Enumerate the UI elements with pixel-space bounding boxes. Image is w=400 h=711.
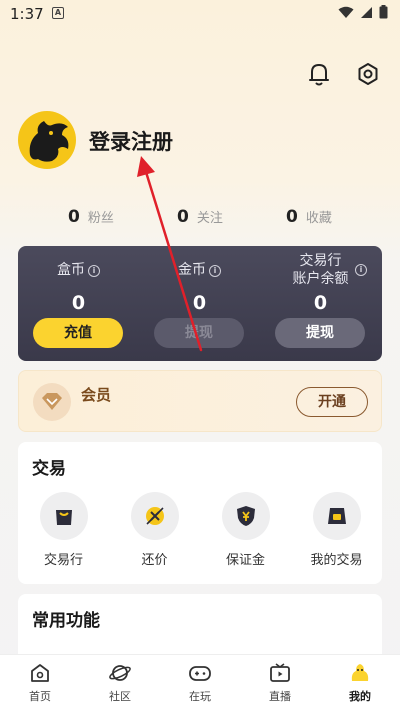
activate-membership-button[interactable]: 开通 (296, 387, 368, 417)
wifi-icon (338, 6, 354, 18)
shield-yen-icon (221, 492, 270, 540)
trade-balance-label-line2-row: 账户余额 i (260, 264, 381, 288)
avatar[interactable] (18, 111, 76, 169)
info-icon[interactable]: i (88, 265, 100, 277)
tab-playing-label: 在玩 (189, 690, 211, 703)
tab-playing[interactable]: 在玩 (160, 661, 240, 704)
tv-icon (268, 661, 292, 685)
deposit-item[interactable]: 保证金 (200, 492, 291, 568)
tab-home[interactable]: 首页 (0, 661, 80, 704)
gear-icon (358, 63, 378, 85)
trade-balance-label-row: 交易行 账户余额 i (260, 252, 381, 288)
bargain-icon (130, 492, 179, 540)
trade-market-label: 交易行 (43, 553, 83, 568)
info-icon[interactable]: i (355, 264, 367, 276)
battery-icon (379, 5, 388, 19)
mascot-icon (348, 661, 372, 685)
status-indicators (338, 5, 388, 19)
trade-balance-value: 0 (313, 292, 328, 314)
box-coin-value: 0 (71, 292, 86, 314)
info-icon[interactable]: i (209, 265, 221, 277)
gold-coin-label-row: 金币 i (139, 261, 260, 279)
settings-button[interactable] (354, 60, 382, 88)
my-trade-icon (312, 492, 361, 540)
stat-fans-count: 0 (68, 207, 80, 227)
my-trades-label: 我的交易 (310, 553, 363, 568)
trade-market-item[interactable]: 交易行 (18, 492, 109, 568)
bag-icon (39, 492, 88, 540)
trade-withdraw-button[interactable]: 提现 (275, 318, 365, 348)
stat-favorites-label: 收藏 (305, 211, 332, 226)
stat-fans[interactable]: 0 粉丝 (68, 207, 114, 227)
wallet-card: 盒币 i 0 充值 金币 i 0 提现 交易行 账户余额 i 0 提现 (18, 246, 382, 361)
trade-section-title: 交易 (32, 459, 66, 479)
tab-live-label: 直播 (269, 690, 291, 703)
my-trades-item[interactable]: 我的交易 (291, 492, 382, 568)
trade-balance-label-line2: 账户余额 (292, 271, 349, 287)
box-coin-label: 盒币 (57, 262, 85, 278)
recharge-button[interactable]: 充值 (33, 318, 123, 348)
tab-live[interactable]: 直播 (240, 661, 320, 704)
trade-balance-column: 交易行 账户余额 i 0 提现 (260, 246, 381, 361)
bargain-label: 还价 (141, 553, 168, 568)
login-register-link[interactable]: 登录注册 (89, 126, 173, 156)
stat-following-count: 0 (177, 207, 189, 227)
gamepad-icon (188, 661, 212, 685)
tab-home-label: 首页 (29, 690, 51, 703)
gold-coin-column: 金币 i 0 提现 (139, 246, 260, 361)
planet-icon (108, 661, 132, 685)
common-functions-title: 常用功能 (32, 611, 100, 631)
home-icon (28, 661, 52, 685)
stat-favorites-count: 0 (286, 207, 298, 227)
box-coin-label-row: 盒币 i (18, 261, 139, 279)
profile-stats: 0 粉丝 0 关注 0 收藏 (0, 207, 400, 231)
signal-icon (361, 6, 372, 18)
tab-community[interactable]: 社区 (80, 661, 160, 704)
gold-coin-label: 金币 (178, 262, 206, 278)
gold-withdraw-button[interactable]: 提现 (154, 318, 244, 348)
bottom-tab-bar: 首页 社区 在玩 直播 我的 (0, 654, 400, 711)
stat-following-label: 关注 (196, 211, 223, 226)
stat-fans-label: 粉丝 (87, 211, 114, 226)
gold-coin-value: 0 (192, 292, 207, 314)
dragon-avatar-icon (29, 121, 69, 162)
trade-section: 交易 交易行 还价 保证金 我的交易 (18, 442, 382, 584)
bargain-item[interactable]: 还价 (109, 492, 200, 568)
stat-favorites[interactable]: 0 收藏 (286, 207, 332, 227)
notification-bell-button[interactable] (305, 60, 333, 88)
bell-icon (309, 64, 329, 86)
member-label: 会员 (81, 386, 112, 404)
tab-mine-label: 我的 (349, 690, 371, 703)
stat-following[interactable]: 0 关注 (177, 207, 223, 227)
membership-banner[interactable]: 会员 开通 (18, 370, 382, 432)
tab-community-label: 社区 (109, 690, 131, 703)
deposit-label: 保证金 (225, 553, 265, 568)
status-bar: 1:37 A (0, 0, 400, 28)
tab-mine[interactable]: 我的 (320, 661, 400, 704)
status-time: 1:37 (10, 5, 44, 23)
member-diamond-icon (33, 383, 71, 421)
box-coin-column: 盒币 i 0 充值 (18, 246, 139, 361)
notification-a-icon: A (52, 7, 64, 19)
